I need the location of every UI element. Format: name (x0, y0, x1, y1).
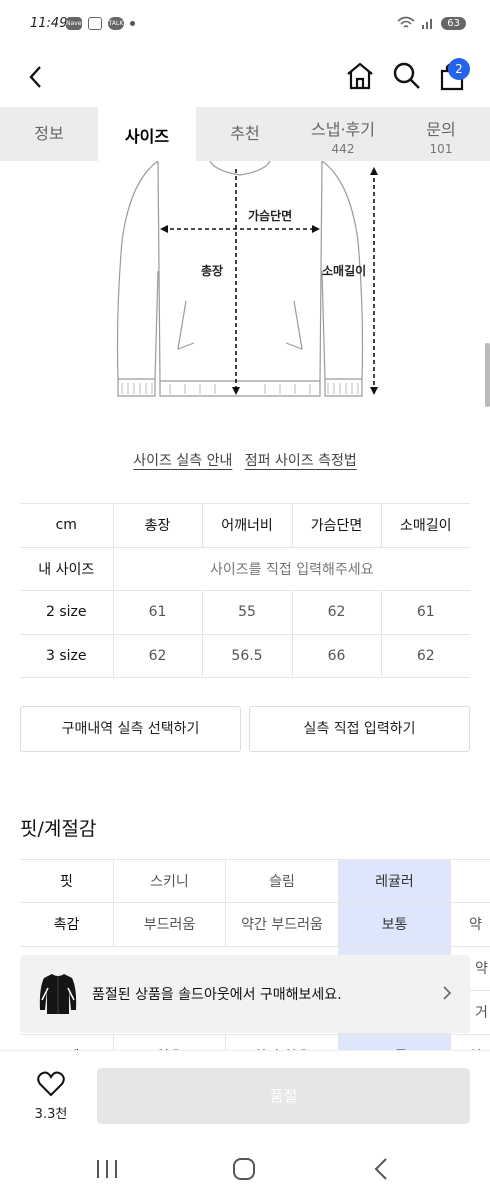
measure-guide-link[interactable]: 사이즈 실측 안내 (133, 453, 232, 469)
jumper-measure-link[interactable]: 점퍼 사이즈 측정법 (245, 453, 357, 469)
status-right-icons: 63 (397, 16, 466, 30)
header-chest-width: 가슴단면 (291, 503, 381, 548)
size-value: 55 (201, 590, 292, 635)
heart-icon (37, 1071, 65, 1097)
product-tabs: 정보 사이즈 추천 스냅·후기 442 문의 101 (0, 107, 490, 161)
tab-inquiry-count: 101 (429, 142, 453, 156)
touch-option-selected: 보통 (338, 903, 450, 947)
tab-size[interactable]: 사이즈 (98, 107, 196, 161)
jacket-thumbnail-icon (39, 974, 77, 1014)
size-guide-links: 사이즈 실측 안내 점퍼 사이즈 측정법 (0, 450, 490, 470)
size-value: 61 (112, 590, 202, 635)
tab-snap-review[interactable]: 스냅·후기 442 (294, 107, 392, 161)
tab-inquiry[interactable]: 문의 101 (392, 107, 490, 161)
scan-icon (88, 17, 102, 30)
size-value: 62 (380, 633, 470, 678)
back-nav-icon[interactable] (373, 1157, 389, 1181)
chest-width-label: 가슴단면 (248, 209, 293, 223)
dot-icon (130, 21, 135, 26)
battery-indicator: 63 (441, 16, 466, 30)
tab-size-label: 사이즈 (124, 127, 170, 146)
size-label: 3 size (20, 633, 113, 678)
fit-row-label: 핏 (60, 874, 73, 890)
touch-option: 약 (450, 903, 490, 947)
header-shoulder-width: 어깨너비 (201, 503, 292, 548)
fit-row: 핏 스키니 슬림 레귤러 (20, 859, 490, 904)
select-purchase-measure-button[interactable]: 구매내역 실측 선택하기 (20, 706, 241, 752)
my-size-label: 내 사이즈 (20, 546, 113, 591)
naver-icon: Naver (66, 17, 84, 30)
system-nav-bar (0, 1138, 490, 1200)
bottom-action-bar: 3.3천 품절 (0, 1050, 490, 1138)
total-length-label: 총장 (201, 264, 224, 278)
soldout-button[interactable]: 품절 (97, 1068, 470, 1124)
tab-snap-review-count: 442 (331, 142, 355, 156)
size-value: 61 (380, 590, 470, 635)
fit-option: 슬림 (225, 860, 338, 904)
soldout-promo-banner[interactable]: 품절된 상품을 솔드아웃에서 구매해보세요. (20, 955, 470, 1033)
status-time: 11:49 (30, 16, 68, 31)
tab-snap-review-label: 스냅·후기 (311, 120, 375, 139)
touch-row-label: 촉감 (53, 917, 80, 933)
like-button[interactable]: 3.3천 (28, 1071, 74, 1122)
home-icon[interactable] (344, 60, 376, 92)
fit-option-selected: 레귤러 (338, 860, 450, 904)
touch-option: 부드러움 (113, 903, 225, 947)
direct-measure-input-button[interactable]: 실측 직접 입력하기 (249, 706, 470, 752)
tab-recommend-label: 추천 (230, 124, 260, 143)
tab-recommend[interactable]: 추천 (196, 107, 294, 161)
top-header: 2 (0, 50, 490, 105)
touch-row: 촉감 부드러움 약간 부드러움 보통 약 (20, 903, 490, 947)
touch-option: 약간 부드러움 (225, 903, 338, 947)
size-value: 56.5 (201, 633, 292, 678)
table-row: 2 size 61 55 62 61 (20, 590, 470, 635)
signal-icon (422, 19, 433, 29)
size-value: 62 (112, 633, 202, 678)
fit-season-title: 핏/계절감 (20, 818, 97, 840)
soldout-banner-text: 품절된 상품을 솔드아웃에서 구매해보세요. (92, 987, 342, 1003)
home-nav-icon[interactable] (232, 1157, 256, 1181)
size-value: 62 (291, 590, 381, 635)
size-value: 66 (291, 633, 381, 678)
size-table: cm 총장 어깨너비 가슴단면 소매길이 내 사이즈 사이즈를 직접 입력해주세… (20, 503, 470, 678)
talk-icon: TALK (108, 17, 124, 30)
fit-option: 스키니 (113, 860, 225, 904)
unit-header: cm (20, 503, 113, 548)
size-label: 2 size (20, 590, 113, 635)
fit-option (450, 860, 490, 904)
cart-count-badge: 2 (448, 58, 470, 80)
tab-info-label: 정보 (34, 124, 64, 143)
my-size-input-hint[interactable]: 사이즈를 직접 입력해주세요 (112, 546, 470, 591)
scrollbar[interactable] (485, 343, 490, 407)
table-row: 3 size 62 56.5 66 62 (20, 633, 470, 678)
size-table-header-row: cm 총장 어깨너비 가슴단면 소매길이 (20, 503, 470, 548)
status-bar: 11:49 Naver TALK 63 (0, 0, 490, 50)
recent-apps-icon[interactable] (95, 1158, 119, 1180)
jacket-outline-illustration (116, 161, 378, 397)
sleeve-length-label: 소매길이 (322, 264, 367, 278)
tab-info[interactable]: 정보 (0, 107, 98, 161)
back-arrow-icon[interactable] (24, 62, 46, 92)
size-diagram: 가슴단면 총장 소매길이 (0, 161, 490, 406)
chevron-right-icon (443, 986, 452, 1000)
my-size-row[interactable]: 내 사이즈 사이즈를 직접 입력해주세요 (20, 546, 470, 591)
header-sleeve-length: 소매길이 (380, 503, 470, 548)
wifi-icon (397, 16, 415, 28)
status-left-icons: Naver TALK (66, 17, 135, 30)
like-count: 3.3천 (34, 1107, 68, 1122)
search-icon[interactable] (392, 61, 422, 91)
tab-inquiry-label: 문의 (426, 120, 456, 139)
header-total-length: 총장 (112, 503, 202, 548)
